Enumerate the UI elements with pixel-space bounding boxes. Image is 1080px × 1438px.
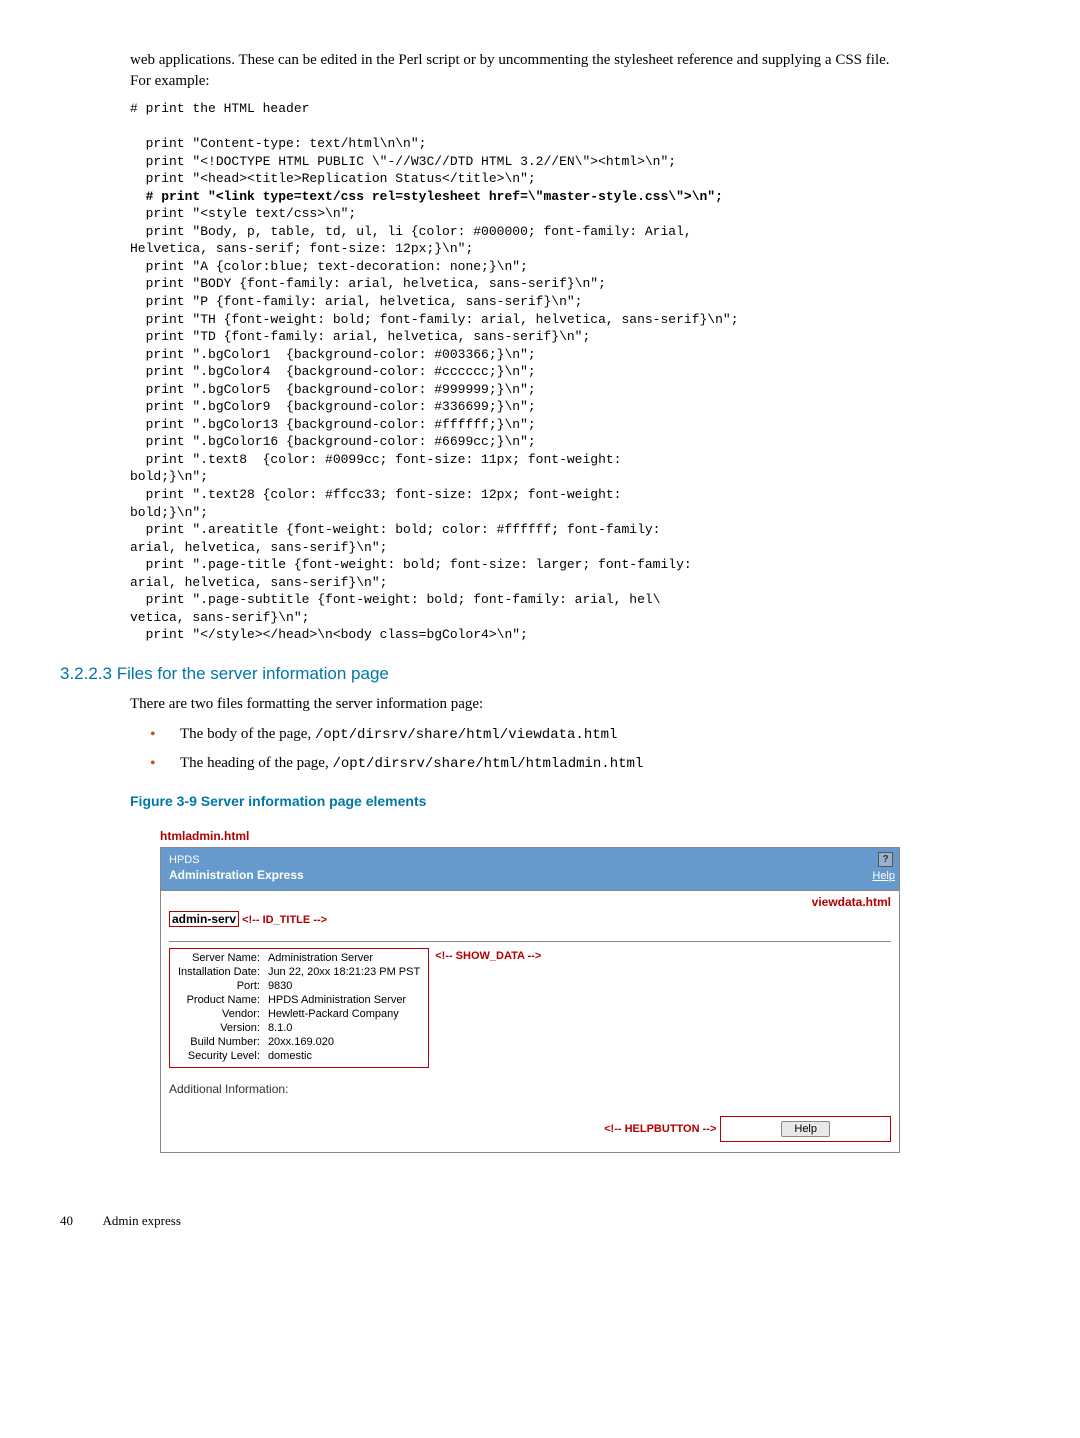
code-line: print ".areatitle {font-weight: bold; co… bbox=[130, 522, 661, 537]
figure-data-table: Server Name:Administration Server Instal… bbox=[169, 948, 429, 1068]
list-item: The heading of the page, /opt/dirsrv/sha… bbox=[150, 752, 900, 775]
figure-help-button-box: Help bbox=[720, 1116, 891, 1142]
code-line: print "TH {font-weight: bold; font-famil… bbox=[130, 312, 739, 327]
code-line: print ".bgColor4 {background-color: #ccc… bbox=[130, 364, 536, 379]
code-block: # print the HTML header print "Content-t… bbox=[130, 100, 900, 644]
code-line: bold;}\n"; bbox=[130, 505, 208, 520]
code-line: vetica, sans-serif}\n"; bbox=[130, 610, 309, 625]
code-line: print "TD {font-family: arial, helvetica… bbox=[130, 329, 590, 344]
figure-id-title-row: admin-serv <!-- ID_TITLE --> bbox=[169, 911, 891, 931]
code-line: print "<style text/css>\n"; bbox=[130, 206, 356, 221]
table-value: Jun 22, 20xx 18:21:23 PM PST bbox=[264, 965, 424, 979]
code-line: print "<!DOCTYPE HTML PUBLIC \"-//W3C//D… bbox=[130, 154, 676, 169]
table-value: 20xx.169.020 bbox=[264, 1035, 424, 1049]
bullet-path: /opt/dirsrv/share/html/htmladmin.html bbox=[332, 756, 643, 772]
table-row: Server Name:Administration Server bbox=[174, 951, 424, 965]
section-number: 3.2.2.3 bbox=[60, 664, 112, 683]
code-line: print "P {font-family: arial, helvetica,… bbox=[130, 294, 582, 309]
code-line: # print the HTML header bbox=[130, 101, 309, 116]
code-line: arial, helvetica, sans-serif}\n"; bbox=[130, 540, 387, 555]
code-line: print ".page-subtitle {font-weight: bold… bbox=[130, 592, 661, 607]
table-row: Security Level:domestic bbox=[174, 1049, 424, 1063]
help-button[interactable]: Help bbox=[781, 1121, 830, 1137]
bullet-list: The body of the page, /opt/dirsrv/share/… bbox=[150, 723, 900, 775]
figure: htmladmin.html HPDS Administration Expre… bbox=[160, 829, 900, 1153]
table-label: Version: bbox=[174, 1021, 264, 1035]
table-row: Port:9830 bbox=[174, 979, 424, 993]
code-line: print "<head><title>Replication Status</… bbox=[130, 171, 536, 186]
table-row: Build Number:20xx.169.020 bbox=[174, 1035, 424, 1049]
figure-data-row: Server Name:Administration Server Instal… bbox=[169, 948, 891, 1068]
figure-annotation-htmladmin: htmladmin.html bbox=[160, 829, 900, 843]
help-link[interactable]: Help bbox=[872, 870, 895, 882]
table-row: Product Name:HPDS Administration Server bbox=[174, 993, 424, 1007]
figure-header-line2: Administration Express bbox=[169, 868, 891, 882]
code-line: print ".bgColor9 {background-color: #336… bbox=[130, 399, 536, 414]
code-line: print "</style></head>\n<body class=bgCo… bbox=[130, 627, 528, 642]
code-line: print ".bgColor5 {background-color: #999… bbox=[130, 382, 536, 397]
figure-header-line1: HPDS bbox=[169, 854, 891, 866]
code-line: print "Content-type: text/html\n\n"; bbox=[130, 136, 426, 151]
table-value: domestic bbox=[264, 1049, 424, 1063]
table-value: 9830 bbox=[264, 979, 424, 993]
help-icon[interactable]: ? bbox=[878, 852, 893, 867]
list-item: The body of the page, /opt/dirsrv/share/… bbox=[150, 723, 900, 746]
code-line: print ".page-title {font-weight: bold; f… bbox=[130, 557, 692, 572]
figure-annotation-idtitle: <!-- ID_TITLE --> bbox=[242, 914, 327, 926]
code-line: bold;}\n"; bbox=[130, 469, 208, 484]
table-label: Security Level: bbox=[174, 1049, 264, 1063]
intro-paragraph: web applications. These can be edited in… bbox=[130, 50, 900, 92]
code-line: print ".bgColor13 {background-color: #ff… bbox=[130, 417, 536, 432]
bullet-path: /opt/dirsrv/share/html/viewdata.html bbox=[315, 727, 617, 743]
table-row: Installation Date:Jun 22, 20xx 18:21:23 … bbox=[174, 965, 424, 979]
figure-additional-info: Additional Information: bbox=[169, 1082, 891, 1096]
code-line: print ".bgColor16 {background-color: #66… bbox=[130, 434, 536, 449]
table-label: Server Name: bbox=[174, 951, 264, 965]
page-number: 40 bbox=[60, 1213, 100, 1229]
code-line: print "A {color:blue; text-decoration: n… bbox=[130, 259, 528, 274]
code-line: Helvetica, sans-serif; font-size: 12px;}… bbox=[130, 241, 473, 256]
code-line-bold: # print "<link type=text/css rel=stylesh… bbox=[130, 189, 723, 204]
table-value: HPDS Administration Server bbox=[264, 993, 424, 1007]
section-title: Files for the server information page bbox=[117, 664, 389, 683]
code-line: print ".text8 {color: #0099cc; font-size… bbox=[130, 452, 621, 467]
page-footer: 40 Admin express bbox=[60, 1213, 900, 1229]
bullet-text: The heading of the page, bbox=[180, 755, 332, 771]
table-label: Installation Date: bbox=[174, 965, 264, 979]
table-label: Build Number: bbox=[174, 1035, 264, 1049]
table-value: 8.1.0 bbox=[264, 1021, 424, 1035]
table-label: Port: bbox=[174, 979, 264, 993]
table-row: Version:8.1.0 bbox=[174, 1021, 424, 1035]
table-label: Product Name: bbox=[174, 993, 264, 1007]
code-line: print ".bgColor1 {background-color: #003… bbox=[130, 347, 536, 362]
code-line: print "BODY {font-family: arial, helveti… bbox=[130, 276, 606, 291]
code-line: print "Body, p, table, td, ul, li {color… bbox=[130, 224, 692, 239]
code-line: print ".text28 {color: #ffcc33; font-siz… bbox=[130, 487, 621, 502]
figure-annotation-showdata: <!-- SHOW_DATA --> bbox=[435, 950, 541, 962]
body-paragraph: There are two files formatting the serve… bbox=[130, 694, 900, 715]
figure-server-id: admin-serv bbox=[169, 911, 239, 927]
bullet-text: The body of the page, bbox=[180, 726, 315, 742]
figure-annotation-viewdata: viewdata.html bbox=[169, 891, 891, 909]
figure-divider bbox=[169, 941, 891, 942]
table-value: Hewlett-Packard Company bbox=[264, 1007, 424, 1021]
figure-body: viewdata.html admin-serv <!-- ID_TITLE -… bbox=[160, 891, 900, 1153]
table-value: Administration Server bbox=[264, 951, 424, 965]
code-line: arial, helvetica, sans-serif}\n"; bbox=[130, 575, 387, 590]
footer-section: Admin express bbox=[103, 1213, 181, 1228]
figure-header-bar: HPDS Administration Express ? Help bbox=[160, 847, 900, 891]
table-label: Vendor: bbox=[174, 1007, 264, 1021]
figure-annotation-helpbutton: <!-- HELPBUTTON --> bbox=[604, 1123, 716, 1135]
figure-help-row: <!-- HELPBUTTON --> Help bbox=[169, 1116, 891, 1142]
section-heading: 3.2.2.3 Files for the server information… bbox=[60, 664, 900, 684]
table-row: Vendor:Hewlett-Packard Company bbox=[174, 1007, 424, 1021]
figure-caption: Figure 3-9 Server information page eleme… bbox=[130, 793, 900, 809]
